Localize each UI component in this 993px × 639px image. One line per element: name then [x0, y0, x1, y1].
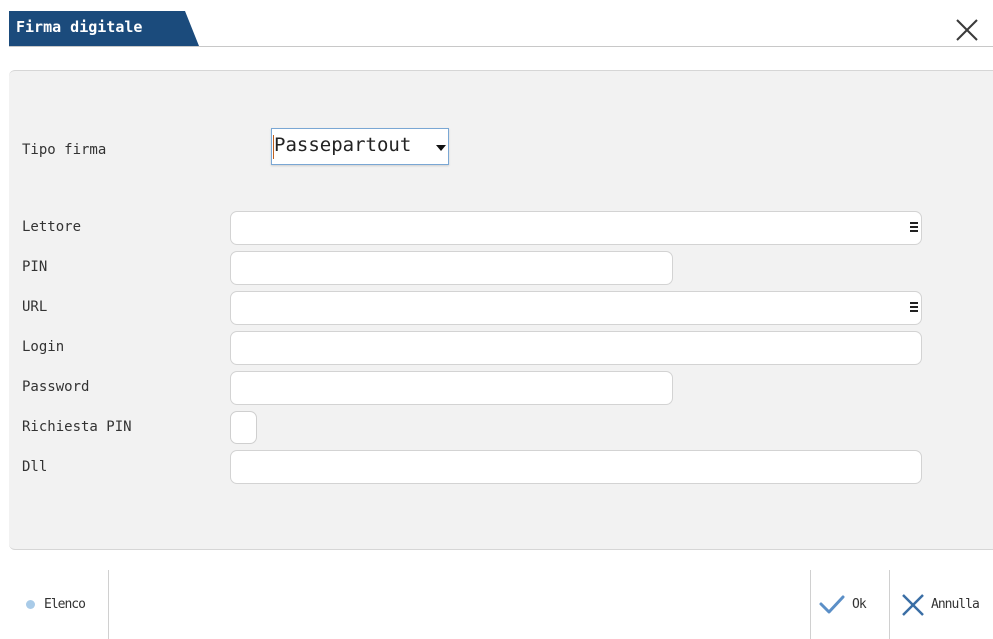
list-menu-icon[interactable]	[910, 222, 918, 234]
tipo-firma-label: Tipo firma	[22, 142, 107, 158]
elenco-button[interactable]: Elenco	[26, 570, 86, 639]
chevron-down-icon	[436, 145, 446, 151]
login-label: Login	[22, 339, 65, 355]
lettore-field[interactable]	[230, 211, 922, 245]
footer-divider	[810, 570, 811, 639]
dll-field[interactable]	[230, 450, 922, 484]
bullet-icon	[26, 600, 35, 609]
annulla-label: Annulla	[931, 597, 980, 612]
ok-label: Ok	[852, 597, 867, 612]
dll-label: Dll	[22, 459, 48, 475]
footer-divider	[108, 570, 109, 639]
list-menu-icon[interactable]	[910, 302, 918, 314]
richiesta-pin-label: Richiesta PIN	[22, 419, 132, 435]
check-icon	[819, 595, 845, 613]
password-field[interactable]	[230, 371, 673, 405]
login-field[interactable]	[230, 331, 922, 365]
ok-button[interactable]: Ok	[818, 570, 867, 639]
url-field[interactable]	[230, 291, 922, 325]
pin-field[interactable]	[230, 251, 673, 285]
tipo-firma-select[interactable]: Passepartout	[271, 128, 449, 165]
dialog-title: Firma digitale	[16, 18, 143, 36]
footer-divider	[889, 570, 890, 639]
close-icon	[956, 19, 978, 41]
elenco-label: Elenco	[44, 597, 86, 612]
title-divider	[9, 46, 993, 47]
cancel-icon	[902, 593, 924, 616]
richiesta-pin-checkbox[interactable]	[230, 411, 257, 444]
footer-bar: Elenco Ok Annulla	[0, 570, 993, 639]
lettore-label: Lettore	[22, 219, 82, 235]
url-label: URL	[22, 299, 48, 315]
annulla-button[interactable]: Annulla	[900, 570, 980, 639]
tipo-firma-value: Passepartout	[274, 134, 412, 156]
close-button[interactable]	[954, 17, 980, 43]
pin-label: PIN	[22, 259, 48, 275]
firma-digitale-dialog: Firma digitale Tipo firma Passepartout L…	[0, 0, 993, 639]
password-label: Password	[22, 379, 90, 395]
